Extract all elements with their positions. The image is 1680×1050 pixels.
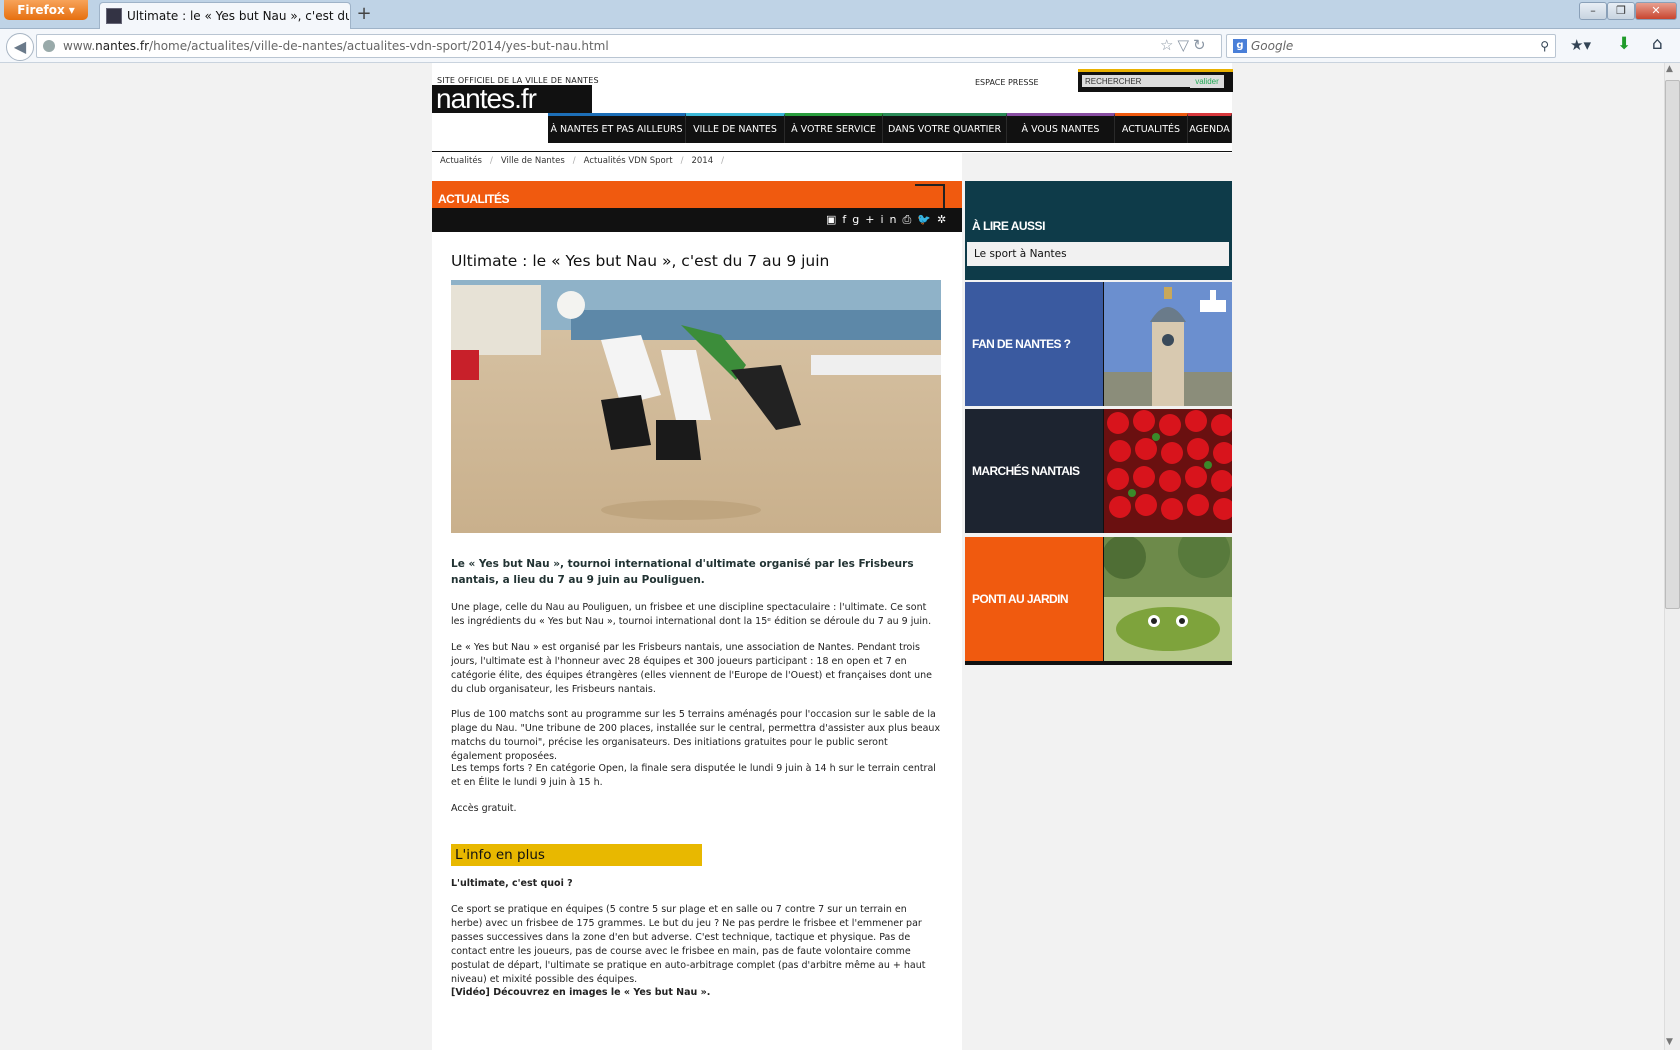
article-paragraph: Ce sport se pratique en équipes (5 contr… xyxy=(451,904,926,985)
nav-a-votre-service[interactable]: À VOTRE SERVICE xyxy=(785,113,883,143)
article-paragraph: Une plage, celle du Nau au Pouliguen, un… xyxy=(451,602,932,627)
address-bar[interactable]: www. nantes.fr/home/actualites/ville-de-n… xyxy=(36,34,1222,58)
article-paragraph: Le « Yes but Nau » est organisé par les … xyxy=(451,642,933,695)
breadcrumb: Actualités / Ville de Nantes / Actualités … xyxy=(440,156,724,166)
main-navigation: À NANTES ET PAS AILLEURS VILLE DE NANTES… xyxy=(548,113,1232,143)
breadcrumb-item[interactable]: Actualités xyxy=(440,156,482,166)
related-link[interactable]: Le sport à Nantes xyxy=(967,242,1229,266)
firefox-menu-label: Firefox xyxy=(17,3,65,17)
browser-tab[interactable]: Ultimate : le « Yes but Nau », c'est du … xyxy=(99,2,351,29)
nav-divider xyxy=(432,151,1232,152)
related-title: À LIRE AUSSI xyxy=(972,219,1045,233)
reload-icon[interactable]: ↻ xyxy=(1193,36,1210,54)
breadcrumb-item[interactable]: Actualités VDN Sport xyxy=(584,156,673,166)
promo-tile-marches[interactable]: MARCHÉS NANTAIS xyxy=(965,409,1232,533)
tile-label: PONTI AU JARDIN xyxy=(972,592,1069,606)
section-header xyxy=(432,181,962,208)
address-bar-actions: ☆▽↻ xyxy=(1160,36,1210,54)
section-deco-icon xyxy=(915,184,945,208)
bookmark-star-icon[interactable]: ☆ xyxy=(1160,36,1177,54)
twitter-icon[interactable]: 🐦 xyxy=(917,213,937,226)
nav-actualites[interactable]: ACTUALITÉS xyxy=(1115,113,1188,143)
article-title: Ultimate : le « Yes but Nau », c'est du … xyxy=(451,252,830,270)
google-engine-icon[interactable]: g xyxy=(1233,39,1247,53)
video-link[interactable]: [Vidéo] Découvrez en images le « Yes but… xyxy=(451,986,941,1000)
globe-icon xyxy=(43,40,55,52)
close-window-button[interactable]: ✕ xyxy=(1635,2,1677,20)
site-search-input[interactable] xyxy=(1082,75,1192,87)
new-tab-button[interactable]: + xyxy=(353,4,375,24)
facebook-icon[interactable]: f xyxy=(842,213,852,226)
article-paragraph: Plus de 100 matchs sont au programme sur… xyxy=(451,709,941,762)
url-prefix: www. xyxy=(63,39,96,53)
section-title: ACTUALITÉS xyxy=(438,192,510,206)
google-plus-icon[interactable]: g+ xyxy=(852,213,880,226)
promo-tile-ponti[interactable]: PONTI AU JARDIN xyxy=(965,537,1232,665)
chevron-down-icon: ▾ xyxy=(68,3,75,17)
settings-icon[interactable]: ✲ xyxy=(937,213,952,226)
site-search-button[interactable]: valider xyxy=(1190,75,1224,88)
restore-button[interactable]: ❐ xyxy=(1607,2,1635,20)
firefox-menu-button[interactable]: Firefox ▾ xyxy=(4,0,88,20)
back-button[interactable]: ◀ xyxy=(6,33,34,61)
search-icon[interactable]: ⚲ xyxy=(1540,39,1549,53)
info-box-title: L'info en plus xyxy=(451,844,702,866)
info-subtitle: L'ultimate, c'est quoi ? xyxy=(451,878,573,889)
garden-image xyxy=(1104,537,1232,661)
article-hero-image xyxy=(451,280,941,533)
breadcrumb-item[interactable]: Ville de Nantes xyxy=(501,156,565,166)
print-icon[interactable]: ⎙ xyxy=(903,213,918,226)
tile-label: FAN DE NANTES ? xyxy=(972,337,1071,351)
site-logo[interactable]: nantes.fr xyxy=(432,85,592,113)
search-placeholder: Google xyxy=(1251,39,1294,53)
minimize-button[interactable]: – xyxy=(1579,2,1607,20)
nav-a-nantes[interactable]: À NANTES ET PAS AILLEURS xyxy=(548,113,686,143)
promo-tile-fan[interactable]: FAN DE NANTES ? xyxy=(965,282,1232,406)
url-path: /home/actualites/ville-de-nantes/actuali… xyxy=(149,39,609,53)
article-lead: Le « Yes but Nau », tournoi internationa… xyxy=(451,558,914,586)
bookmarks-menu-icon[interactable]: ★▾ xyxy=(1570,36,1591,54)
share-icons: ▣fg+in⎙🐦✲ xyxy=(826,213,952,227)
scroll-down-arrow-icon[interactable]: ▼ xyxy=(1666,1037,1673,1047)
nav-agenda[interactable]: AGENDA xyxy=(1188,113,1232,143)
tower-image xyxy=(1104,282,1232,406)
scrollbar-thumb[interactable] xyxy=(1665,80,1680,609)
espace-presse-link[interactable]: ESPACE PRESSE xyxy=(975,78,1039,87)
site-favicon-icon xyxy=(106,8,122,24)
copy-icon[interactable]: ▣ xyxy=(826,213,842,226)
article-paragraph: Les temps forts ? En catégorie Open, la … xyxy=(451,763,936,788)
tab-title: Ultimate : le « Yes but Nau », c'est du … xyxy=(127,9,349,23)
strawberries-image xyxy=(1104,409,1232,533)
search-bar[interactable]: g Google ⚲ xyxy=(1226,34,1556,58)
dropdown-arrow-icon[interactable]: ▽ xyxy=(1177,36,1193,54)
article-paragraph: Accès gratuit. xyxy=(451,803,517,814)
url-domain: nantes.fr xyxy=(95,39,150,53)
scroll-up-arrow-icon[interactable]: ▲ xyxy=(1666,64,1673,74)
breadcrumb-item[interactable]: 2014 xyxy=(691,156,713,166)
nav-a-vous-nantes[interactable]: À VOUS NANTES xyxy=(1007,113,1115,143)
linkedin-icon[interactable]: in xyxy=(880,213,902,226)
nav-ville-de-nantes[interactable]: VILLE DE NANTES xyxy=(686,113,785,143)
download-icon[interactable]: ⬇ xyxy=(1617,34,1631,54)
nav-dans-votre-quartier[interactable]: DANS VOTRE QUARTIER xyxy=(883,113,1007,143)
home-icon[interactable]: ⌂ xyxy=(1652,34,1663,54)
tile-label: MARCHÉS NANTAIS xyxy=(972,464,1080,478)
